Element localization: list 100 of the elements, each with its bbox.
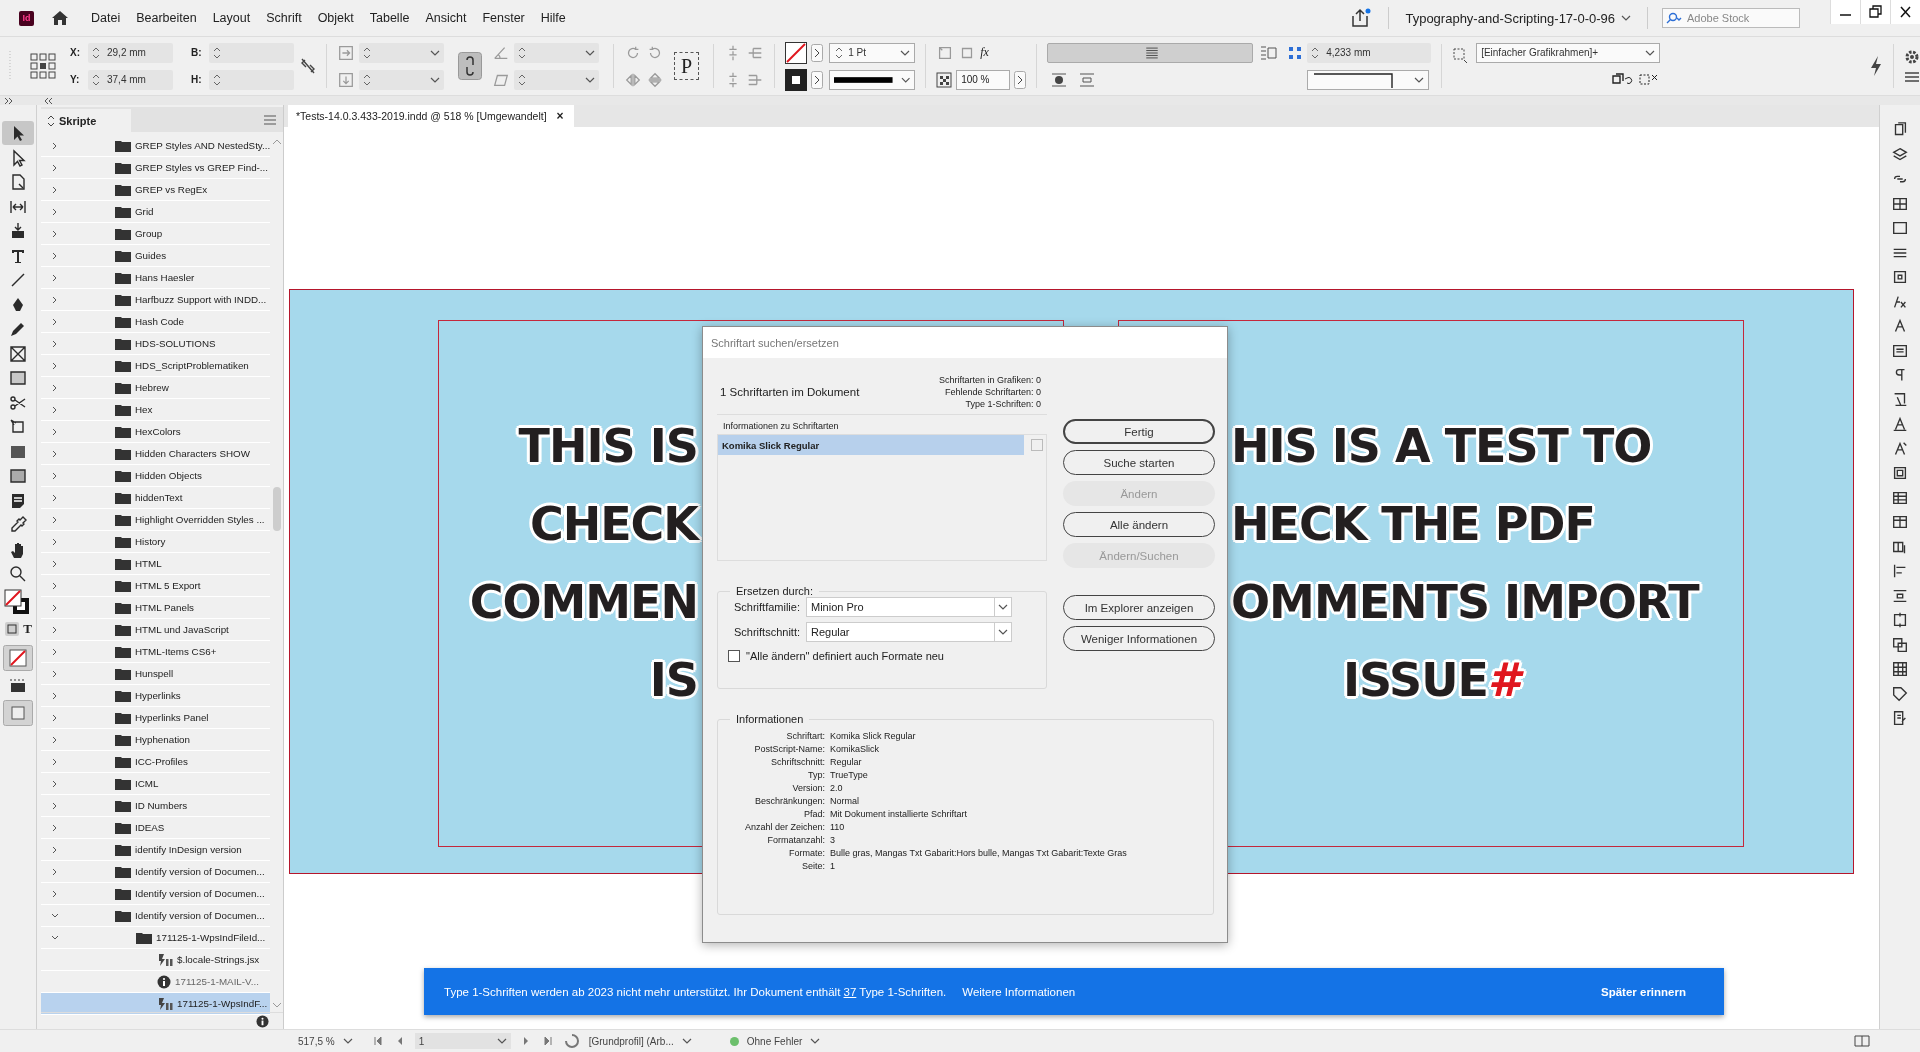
grid-icon[interactable] xyxy=(1891,660,1909,678)
checkbox[interactable] xyxy=(728,650,740,662)
script-item[interactable]: Identify version of Documen... xyxy=(41,861,271,883)
share-icon[interactable] xyxy=(1350,8,1373,28)
tags-icon[interactable] xyxy=(1891,684,1909,703)
script-item[interactable]: Group xyxy=(41,223,271,245)
document-title[interactable]: Typography-and-Scripting-17-0-0-96 xyxy=(1405,10,1615,26)
dialog-button[interactable]: Weniger Informationen xyxy=(1062,626,1215,651)
corner-points-icon[interactable] xyxy=(1287,44,1304,61)
minimize-icon[interactable] xyxy=(1830,0,1860,24)
script-item[interactable]: Hunspell xyxy=(41,663,271,685)
chevron-icon[interactable] xyxy=(51,867,59,876)
menu-icon[interactable] xyxy=(1904,69,1920,84)
gradient-swatch-icon[interactable] xyxy=(1891,219,1909,237)
script-item[interactable]: Hyperlinks Panel xyxy=(41,707,271,729)
script-item[interactable]: identify InDesign version xyxy=(41,839,271,861)
chevron-icon[interactable] xyxy=(51,647,59,656)
font-family-dropdown[interactable]: Minion Pro xyxy=(806,597,1012,617)
chevron-icon[interactable] xyxy=(51,735,59,744)
chevron-icon[interactable] xyxy=(51,625,59,634)
script-item[interactable]: ICC-Profiles xyxy=(41,751,271,773)
menu-item[interactable]: Fenster xyxy=(482,11,525,25)
page-field[interactable]: 1 xyxy=(414,1033,511,1049)
chevron-icon[interactable] xyxy=(51,295,59,304)
edit-notes-icon[interactable] xyxy=(1891,709,1909,727)
script-item[interactable]: 171125-1-WpsIndFileId... xyxy=(41,927,271,949)
table-style-icon[interactable] xyxy=(1891,513,1909,531)
chevron-icon[interactable] xyxy=(811,70,824,89)
dialog-button[interactable]: Suche starten xyxy=(1062,450,1215,475)
zoom-dropdown[interactable]: 517,5 % xyxy=(298,1035,335,1047)
chevron-icon[interactable] xyxy=(51,449,59,458)
menu-item[interactable]: Schrift xyxy=(266,11,302,25)
transform-panel-icon[interactable] xyxy=(1891,611,1909,629)
container-icon[interactable] xyxy=(4,621,21,637)
chevron-icon[interactable] xyxy=(51,361,59,370)
chevron-icon[interactable] xyxy=(51,383,59,392)
opacity-field[interactable]: 100 % xyxy=(956,69,1011,90)
chevron-icon[interactable] xyxy=(51,889,59,898)
script-item[interactable]: Identify version of Documen... xyxy=(41,883,271,905)
chevron-icon[interactable] xyxy=(51,405,59,414)
chevron-icon[interactable] xyxy=(51,669,59,678)
chevron-icon[interactable] xyxy=(51,779,59,788)
pathfinder-icon[interactable] xyxy=(1891,635,1909,654)
clear-overrides-icon[interactable] xyxy=(1612,72,1635,87)
script-item[interactable]: GREP vs RegEx xyxy=(41,179,271,201)
chevron-icon[interactable] xyxy=(51,515,59,524)
menu-item[interactable]: Datei xyxy=(91,11,121,25)
font-style-dropdown[interactable]: Regular xyxy=(806,622,1012,642)
script-item[interactable]: Hyphenation xyxy=(41,729,271,751)
effects-label[interactable]: fx xyxy=(980,45,989,60)
settings-icon[interactable] xyxy=(1904,48,1920,65)
script-item[interactable]: IDEAS xyxy=(41,817,271,839)
first-page-icon[interactable] xyxy=(372,1036,383,1046)
apply-none-icon[interactable] xyxy=(3,644,33,671)
chevron-icon[interactable] xyxy=(51,229,59,238)
script-item[interactable]: HexColors xyxy=(41,421,271,443)
script-item[interactable]: GREP Styles vs GREP Find-... xyxy=(41,157,271,179)
chevron-icon[interactable] xyxy=(51,427,59,436)
stroke-swatch[interactable] xyxy=(785,41,808,64)
script-item[interactable]: Guides xyxy=(41,245,271,267)
broken-chain-icon[interactable] xyxy=(300,57,316,75)
gap-field[interactable]: 4,233 mm xyxy=(1307,42,1432,63)
library-icon[interactable] xyxy=(1891,268,1909,286)
restore-icon[interactable] xyxy=(1860,0,1890,24)
script-item[interactable]: Hidden Characters SHOW xyxy=(41,443,271,465)
preflight-icon[interactable] xyxy=(564,1034,579,1048)
checkbox-label[interactable]: "Alle ändern" definiert auch Formate neu xyxy=(746,650,944,662)
menu-item[interactable]: Objekt xyxy=(317,11,354,25)
script-item[interactable]: ID Numbers xyxy=(41,795,271,817)
script-item[interactable]: Hans Haesler xyxy=(41,267,271,289)
chevron-icon[interactable] xyxy=(51,581,59,590)
script-item[interactable]: HTML-Items CS6+ xyxy=(41,641,271,663)
script-item[interactable]: HTML und JavaScript xyxy=(41,619,271,641)
chevron-icon[interactable] xyxy=(51,559,59,568)
reference-point-icon[interactable] xyxy=(30,53,56,79)
script-item[interactable]: Identify version of Documen... xyxy=(41,905,271,927)
chevron-icon[interactable] xyxy=(51,757,59,766)
count-link[interactable]: 37 xyxy=(843,985,857,998)
chevron-icon[interactable] xyxy=(51,185,59,194)
chevron-icon[interactable] xyxy=(51,141,59,150)
path-type-button[interactable]: P xyxy=(674,52,700,80)
chevron-icon[interactable] xyxy=(51,845,59,854)
profile-dropdown[interactable]: [Grundprofil] (Arb... xyxy=(588,1035,674,1047)
menu-item[interactable]: Ansicht xyxy=(425,11,467,25)
corner-style-dropdown[interactable] xyxy=(1307,69,1430,90)
script-item[interactable]: Harfbuzz Support with INDD... xyxy=(41,289,271,311)
chevron-icon[interactable] xyxy=(51,273,59,282)
script-item[interactable]: Hebrew xyxy=(41,377,271,399)
shear-field[interactable] xyxy=(514,69,599,90)
chevron-icon[interactable] xyxy=(51,251,59,260)
x-field[interactable]: 29,2 mm xyxy=(88,42,173,63)
close-tab-button[interactable]: × xyxy=(556,109,564,123)
scrollbar-thumb[interactable] xyxy=(272,487,281,531)
script-item[interactable]: HTML 5 Export xyxy=(41,575,271,597)
type-icon[interactable] xyxy=(1891,415,1909,433)
text-format-toggle[interactable]: T xyxy=(23,621,32,637)
stroke-weight-field[interactable]: 1 Pt xyxy=(829,42,916,63)
script-item[interactable]: GREP Styles AND NestedSty... xyxy=(41,135,271,157)
scale-y-field[interactable] xyxy=(359,69,444,90)
chevron-icon[interactable] xyxy=(51,933,59,942)
